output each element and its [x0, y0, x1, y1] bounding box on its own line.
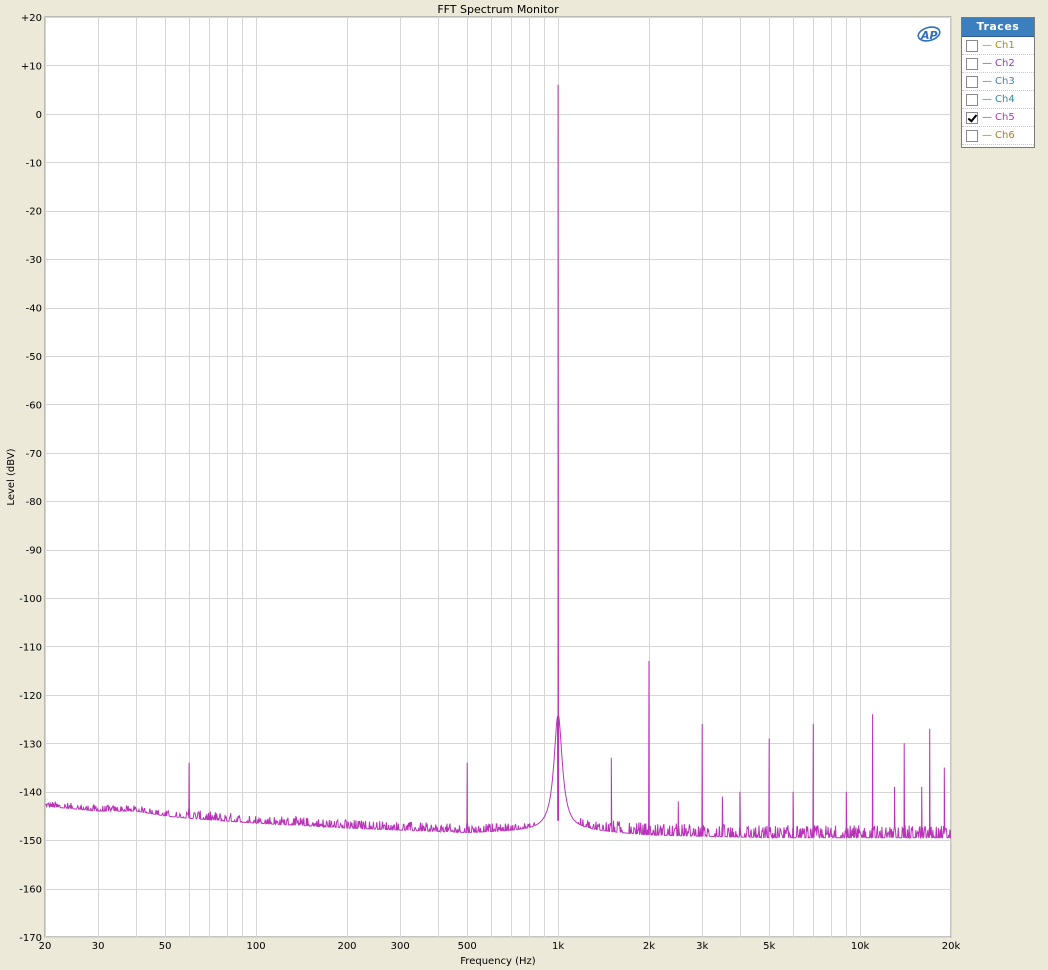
y-tick-label: -120 — [19, 691, 42, 702]
y-tick-label: -150 — [19, 836, 42, 847]
traces-list: — Ch1— Ch2— Ch3— Ch4— Ch5— Ch6 — [962, 37, 1034, 145]
plot-area — [44, 16, 952, 938]
spectrum-chart: FFT Spectrum Monitor 20 30 50 100 200 300 500 1… — [6, 3, 961, 967]
trace-checkbox[interactable] — [966, 75, 978, 88]
y-tick-label: -90 — [26, 546, 42, 557]
trace-label: Ch2 — [995, 58, 1015, 69]
trace-checkbox[interactable] — [966, 39, 978, 52]
trace-label: Ch1 — [995, 40, 1015, 51]
y-tick-label: -80 — [26, 497, 42, 508]
trace-label: Ch3 — [995, 76, 1015, 87]
y-tick-label: +20 — [21, 13, 42, 24]
x-tick-label: 5k — [763, 941, 775, 952]
y-tick-label: -10 — [26, 158, 42, 169]
ap-logo-text: AP — [920, 29, 938, 42]
trace-label: Ch6 — [995, 130, 1015, 141]
trace-label: Ch4 — [995, 94, 1015, 105]
y-tick-label: -20 — [26, 207, 42, 218]
trace-checkbox[interactable] — [966, 129, 978, 142]
traces-panel-title: Traces — [962, 18, 1034, 37]
trace-item-ch6[interactable]: — Ch6 — [962, 127, 1034, 145]
trace-item-ch4[interactable]: — Ch4 — [962, 91, 1034, 109]
trace-line-swatch-icon: — — [982, 40, 992, 51]
trace-item-ch2[interactable]: — Ch2 — [962, 55, 1034, 73]
y-tick-label: -60 — [26, 400, 42, 411]
trace-item-ch5[interactable]: — Ch5 — [962, 109, 1034, 127]
trace-checkbox[interactable] — [966, 111, 978, 124]
x-tick-label: 30 — [92, 941, 105, 952]
traces-panel: Traces — Ch1— Ch2— Ch3— Ch4— Ch5— Ch6 — [961, 17, 1035, 148]
x-tick-label: 300 — [391, 941, 410, 952]
x-axis-label: Frequency (Hz) — [460, 956, 536, 967]
y-tick-label: -160 — [19, 885, 42, 896]
trace-item-ch3[interactable]: — Ch3 — [962, 73, 1034, 91]
y-tick-label: -30 — [26, 255, 42, 266]
x-tick-label: 100 — [247, 941, 266, 952]
x-tick-label: 500 — [458, 941, 477, 952]
y-tick-label: 0 — [36, 110, 42, 121]
x-tick-label: 10k — [851, 941, 870, 952]
y-tick-label: -40 — [26, 304, 42, 315]
x-tick-label: 20k — [942, 941, 961, 952]
trace-label: Ch5 — [995, 112, 1015, 123]
x-tick-labels: 20 30 50 100 200 300 500 1k 2k 3k 5k 10k 20k — [39, 941, 961, 952]
y-tick-label: -70 — [26, 449, 42, 460]
chart-title: FFT Spectrum Monitor — [437, 3, 559, 16]
trace-line-swatch-icon: — — [982, 94, 992, 105]
x-tick-label: 1k — [552, 941, 564, 952]
trace-item-ch1[interactable]: — Ch1 — [962, 37, 1034, 55]
trace-line-swatch-icon: — — [982, 130, 992, 141]
y-tick-label: -140 — [19, 788, 42, 799]
y-tick-label: -50 — [26, 352, 42, 363]
trace-line-swatch-icon: — — [982, 58, 992, 69]
x-tick-label: 3k — [696, 941, 708, 952]
trace-checkbox[interactable] — [966, 93, 978, 106]
y-tick-label: -110 — [19, 642, 42, 653]
trace-line-swatch-icon: — — [982, 76, 992, 87]
y-tick-label: -170 — [19, 933, 42, 944]
x-tick-label: 50 — [159, 941, 172, 952]
y-tick-label: -100 — [19, 594, 42, 605]
y-tick-label: -130 — [19, 739, 42, 750]
y-tick-label: +10 — [21, 61, 42, 72]
trace-checkbox[interactable] — [966, 57, 978, 70]
x-tick-label: 200 — [337, 941, 356, 952]
x-tick-label: 2k — [643, 941, 655, 952]
trace-line-swatch-icon: — — [982, 112, 992, 123]
y-axis-label: Level (dBV) — [6, 448, 17, 505]
y-tick-labels: +20 +10 0 -10 -20 -30 -40 -50 -60 -70 -80 -90 -100 -1… — [19, 13, 42, 944]
